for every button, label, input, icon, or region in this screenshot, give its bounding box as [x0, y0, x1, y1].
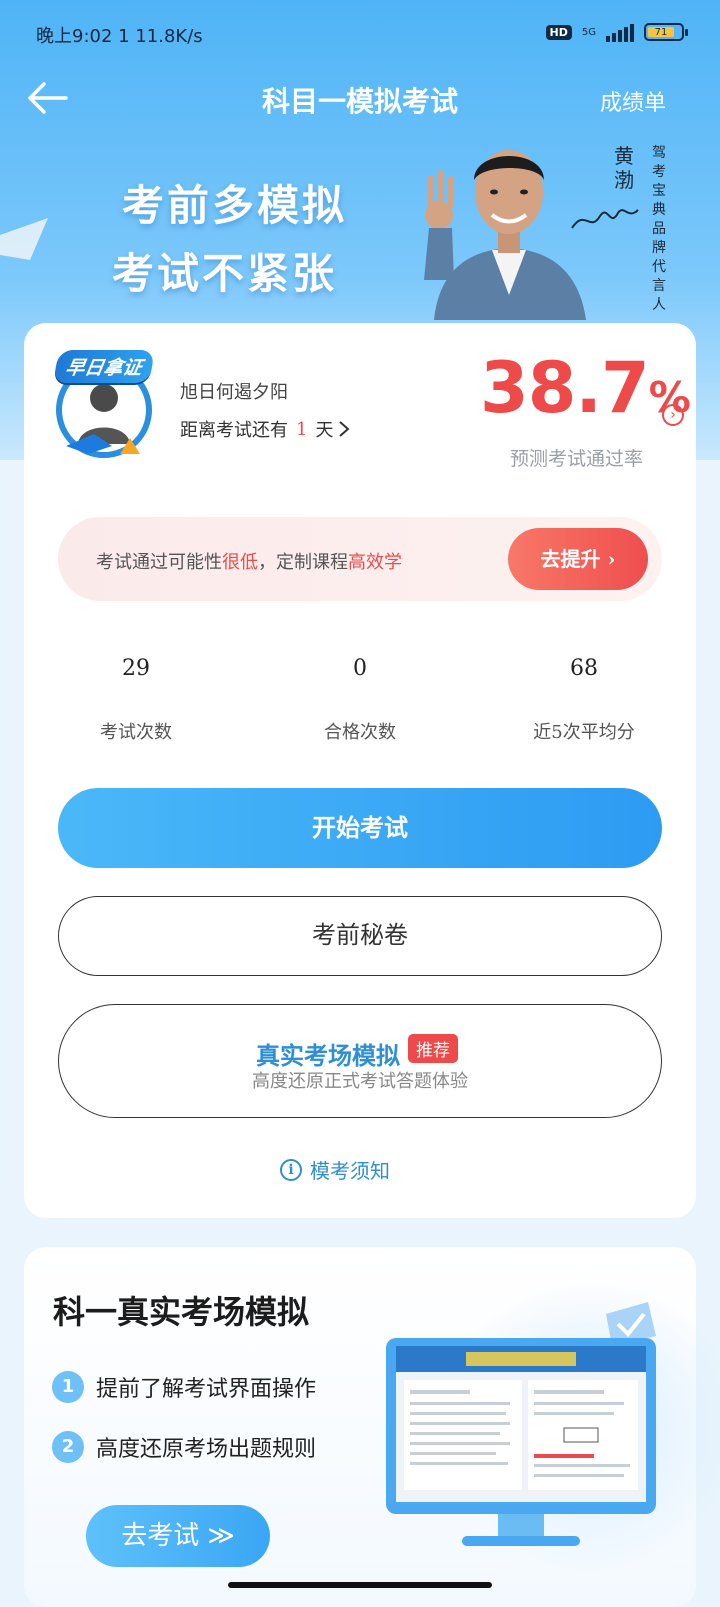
- stat-pass-count: 0: [353, 656, 367, 681]
- signature-icon: [571, 209, 639, 229]
- exam-notice-link[interactable]: i 模考须知: [280, 1155, 390, 1184]
- real-exam-title: 真实考场模拟: [256, 1041, 400, 1070]
- status-time: 晚上9:02 1 11.8K/s: [36, 22, 203, 48]
- feature-item: 2 高度还原考场出题规则: [52, 1431, 316, 1463]
- exam-countdown[interactable]: 距离考试还有 1 天: [180, 416, 351, 442]
- stat-avg-score: 68: [570, 656, 598, 681]
- feature-text: 提前了解考试界面操作: [96, 1377, 317, 1402]
- pass-rate-number: 38.7: [480, 347, 650, 429]
- countdown-prefix: 距离考试还有: [180, 420, 288, 441]
- improve-tip-text: 考试通过可能性很低，定制课程高效学: [96, 548, 402, 574]
- stat-avg-score-label: 近5次平均分: [533, 722, 635, 743]
- chevron-right-icon: [339, 421, 350, 437]
- tip-highlight-course: 高效学: [348, 552, 402, 573]
- banner-slogan-line1: 考前多模拟: [122, 181, 348, 230]
- feature-text: 高度还原考场出题规则: [96, 1437, 317, 1462]
- pass-rate-value[interactable]: 38.7%: [480, 347, 691, 438]
- pass-rate-label: 预测考试通过率: [510, 448, 644, 470]
- banner-slogan-line2: 考试不紧张: [112, 249, 338, 298]
- net-speed-text: 1 11.8K/s: [118, 26, 203, 47]
- real-exam-subtitle: 高度还原正式考试答题体验: [252, 1071, 468, 1092]
- signal-icon: [606, 22, 634, 42]
- tip-highlight-low: 很低: [222, 552, 258, 573]
- user-badge: 早日拿证: [53, 350, 155, 383]
- info-icon: i: [280, 1158, 302, 1181]
- exam-monitor-illustration: [386, 1302, 656, 1546]
- countdown-days: 1: [296, 418, 308, 440]
- stat-exam-count: 29: [122, 656, 150, 681]
- secret-paper-button[interactable]: 考前秘卷: [58, 896, 662, 976]
- feature-number: 2: [52, 1431, 84, 1463]
- start-exam-button[interactable]: 开始考试: [58, 788, 662, 868]
- status-bar: 晚上9:02 1 11.8K/s HD 5G 71: [0, 0, 720, 70]
- status-icons: HD 5G 71: [545, 22, 688, 42]
- notice-label: 模考须知: [310, 1159, 390, 1183]
- hd-icon: HD: [545, 24, 572, 40]
- username: 旭日何遏夕阳: [180, 382, 288, 403]
- pass-rate-chevron-icon[interactable]: ›: [662, 404, 684, 426]
- stat-exam-count-label: 考试次数: [100, 722, 172, 743]
- battery-level: 71: [648, 27, 674, 38]
- tip-part1: 考试通过可能性: [96, 552, 222, 573]
- improve-button-label: 去提升: [540, 547, 601, 571]
- stat-pass-count-label: 合格次数: [324, 722, 396, 743]
- clock-text: 晚上9:02: [36, 26, 113, 47]
- decorative-shape-icon: [0, 218, 48, 260]
- endorser-name: 黄渤: [614, 144, 634, 192]
- endorser-role: 驾考宝典品牌代言人: [652, 145, 666, 313]
- real-simulation-title: 科一真实考场模拟: [53, 1293, 310, 1331]
- countdown-suffix: 天: [315, 420, 334, 441]
- tip-part2: ，定制课程: [258, 552, 348, 573]
- feature-number: 1: [52, 1371, 84, 1403]
- go-exam-button[interactable]: 去考试 ≫: [86, 1505, 270, 1567]
- network-type: 5G: [581, 26, 596, 38]
- feature-item: 1 提前了解考试界面操作: [52, 1371, 316, 1403]
- score-report-link[interactable]: 成绩单: [600, 85, 666, 117]
- improve-button[interactable]: 去提升 ›: [508, 528, 648, 590]
- battery-icon: 71: [644, 23, 688, 41]
- recommend-badge: 推荐: [408, 1034, 458, 1063]
- home-indicator: [228, 1582, 492, 1588]
